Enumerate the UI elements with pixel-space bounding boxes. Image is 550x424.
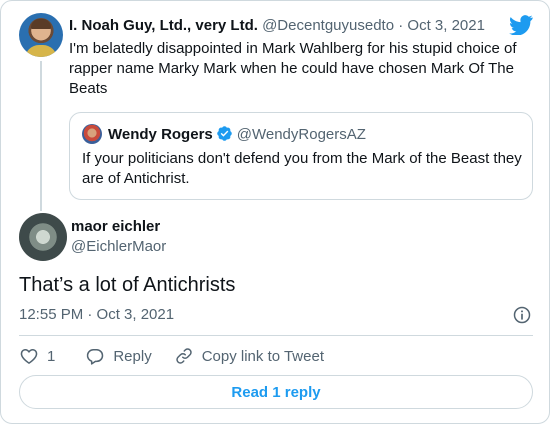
parent-separator: · xyxy=(398,17,404,34)
main-author-avatar[interactable] xyxy=(19,213,67,261)
heart-icon xyxy=(20,349,38,364)
quoted-tweet-header: Wendy Rogers @WendyRogersAZ xyxy=(108,125,366,143)
avatar-shirt xyxy=(25,45,57,57)
thread-connector-line xyxy=(40,61,42,211)
like-count: 1 xyxy=(47,347,56,365)
actions-divider xyxy=(19,335,533,336)
main-tweet-timestamp[interactable]: 12:55 PM · Oct 3, 2021 xyxy=(19,306,174,323)
parent-tweet-text: I'm belatedly disappointed in Mark Wahlb… xyxy=(69,40,517,97)
main-author-handle[interactable]: @EichlerMaor xyxy=(71,238,166,255)
twitter-bird-icon[interactable] xyxy=(509,15,533,35)
quoted-author-name: Wendy Rogers xyxy=(108,126,213,143)
tweet-actions-bar: 1 Reply Copy link to Tweet xyxy=(19,345,324,367)
verified-badge-icon xyxy=(216,126,232,141)
quoted-author-avatar xyxy=(82,124,102,144)
copy-link-label: Copy link to Tweet xyxy=(201,347,324,365)
quoted-author-handle: @WendyRogersAZ xyxy=(236,126,366,143)
main-tweet-text: That’s a lot of Antichrists xyxy=(19,274,236,296)
reply-button[interactable]: Reply xyxy=(85,346,152,366)
read-replies-button[interactable]: Read 1 reply xyxy=(19,375,533,409)
parent-tweet-header: I. Noah Guy, Ltd., very Ltd. @Decentguyu… xyxy=(69,17,485,34)
parent-author-handle[interactable]: @Decentguyusedto xyxy=(262,17,394,34)
tweet-embed-card: I. Noah Guy, Ltd., very Ltd. @Decentguyu… xyxy=(0,0,550,424)
main-author-name[interactable]: maor eichler xyxy=(71,218,160,235)
reply-bubble-icon xyxy=(87,349,104,365)
parent-author-name[interactable]: I. Noah Guy, Ltd., very Ltd. xyxy=(69,17,258,34)
parent-author-avatar[interactable] xyxy=(19,13,63,57)
link-icon xyxy=(175,348,192,364)
info-icon[interactable] xyxy=(512,305,532,325)
quoted-tweet-text: If your politicians don't defend you fro… xyxy=(82,150,522,187)
avatar-hair xyxy=(31,19,51,29)
parent-tweet-date[interactable]: Oct 3, 2021 xyxy=(407,17,485,34)
reply-label: Reply xyxy=(113,347,152,365)
like-button[interactable]: 1 xyxy=(19,346,55,366)
quoted-tweet[interactable]: Wendy Rogers @WendyRogersAZ If your poli… xyxy=(69,112,533,200)
copy-link-button[interactable]: Copy link to Tweet xyxy=(174,346,324,366)
